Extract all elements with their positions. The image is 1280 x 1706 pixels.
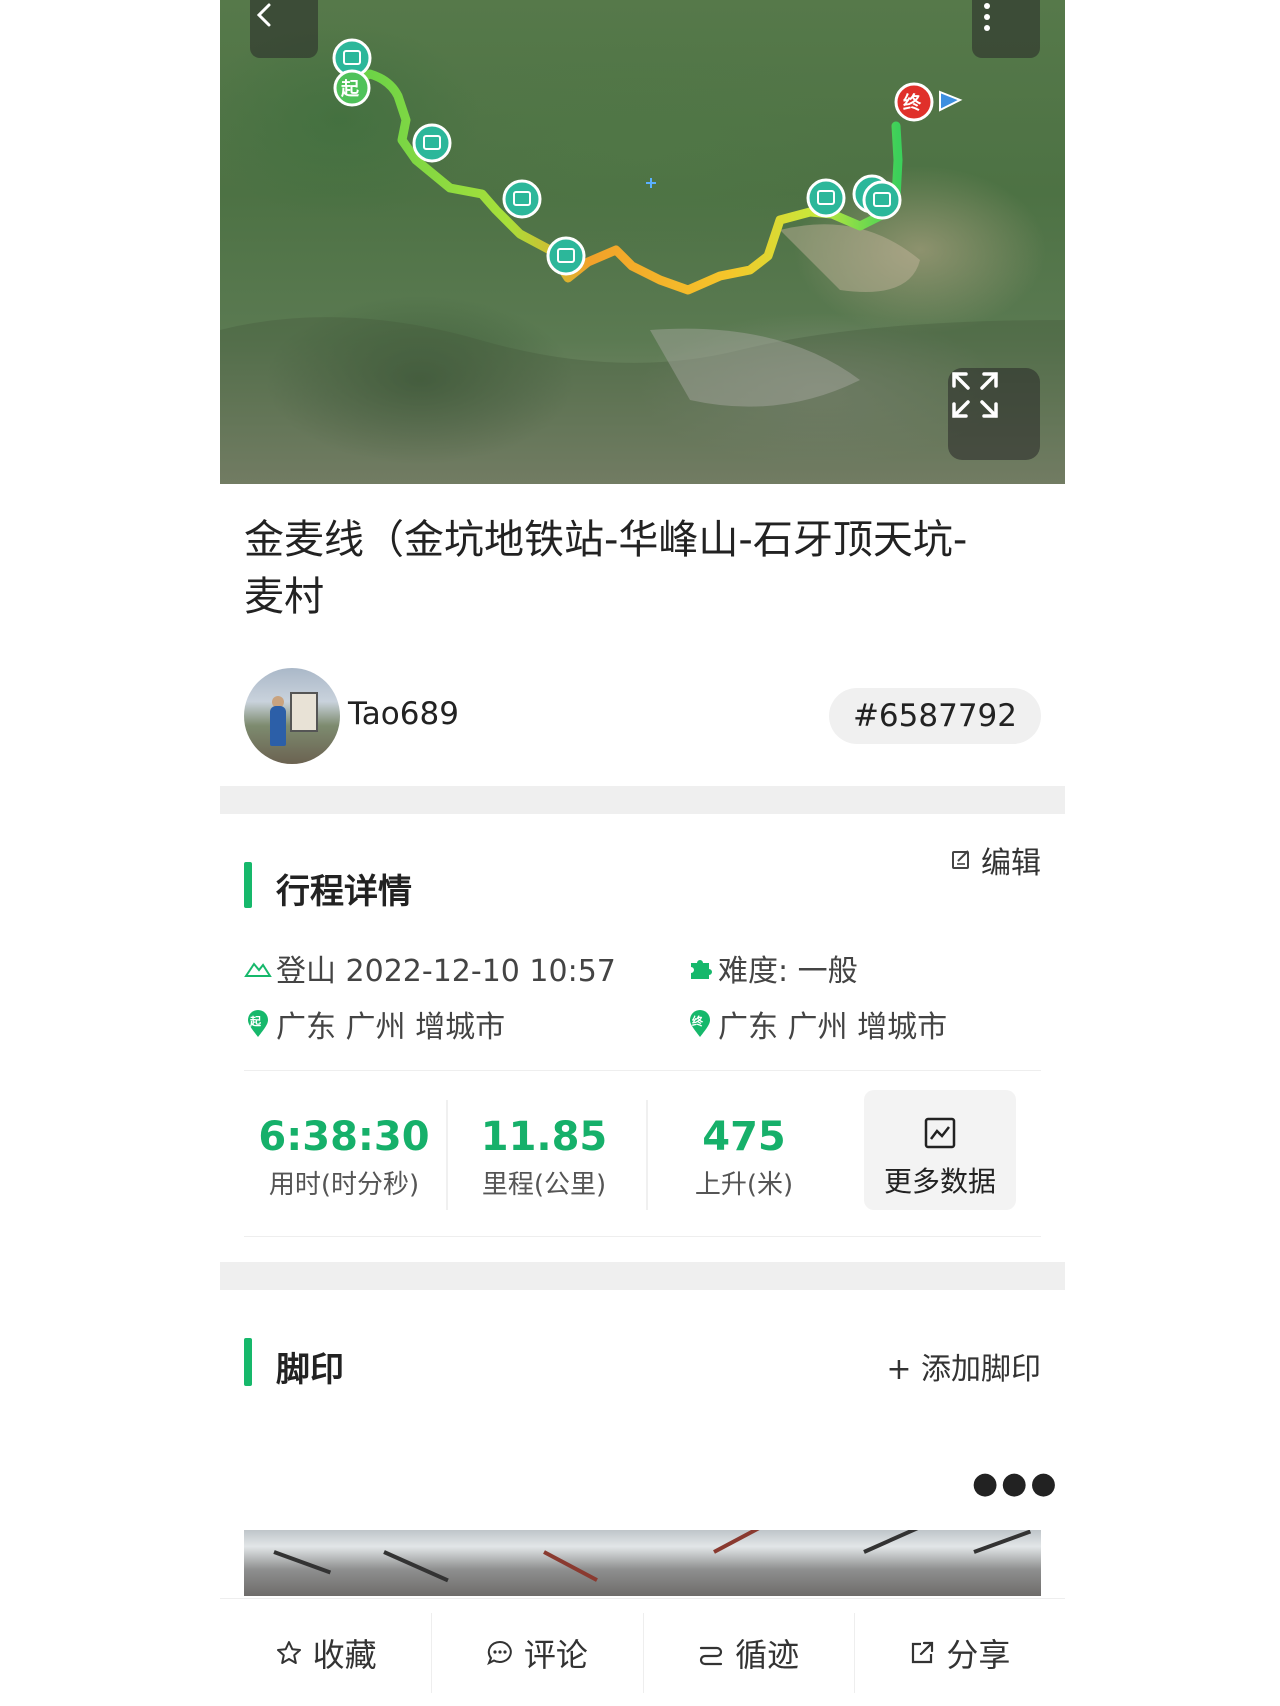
start-location-text: 广东 广州 增城市 [276, 1010, 506, 1045]
end-location-text: 广东 广州 增城市 [718, 1010, 948, 1045]
more-horizontal-icon[interactable]: ●●● [972, 1466, 1060, 1501]
section-divider [220, 1262, 1065, 1290]
favorite-label: 收藏 [312, 1635, 377, 1674]
trip-stats: 6:38:30 用时(时分秒) 11.85 里程(公里) 475 上升(米) 更… [244, 1090, 1041, 1214]
stat-label: 上升(米) [694, 1170, 794, 1200]
stat-value: 11.85 [480, 1114, 608, 1160]
star-icon [276, 1640, 301, 1664]
stat-label: 里程(公里) [481, 1170, 607, 1200]
author-row: Tao689 #6587792 [244, 668, 1041, 764]
favorite-button[interactable]: 收藏 [220, 1599, 431, 1706]
add-footprint-label: + 添加脚印 [886, 1352, 1041, 1387]
edit-button[interactable]: 编辑 [951, 838, 1041, 882]
divider [244, 1070, 1041, 1071]
comment-label: 评论 [523, 1635, 588, 1674]
follow-track-icon [700, 1646, 723, 1665]
route-title: 金麦线（金坑地铁站-华峰山-石牙顶天坑-麦村 [244, 517, 968, 620]
puzzle-icon [686, 954, 714, 982]
follow-track-button[interactable]: 循迹 [642, 1599, 854, 1706]
difficulty-text: 难度: 一般 [718, 954, 858, 989]
end-marker-label: 终 [903, 93, 921, 114]
comment-button[interactable]: 评论 [431, 1599, 642, 1706]
share-button[interactable]: 分享 [853, 1599, 1065, 1706]
fullscreen-button[interactable] [948, 368, 1040, 460]
trip-details-title: 行程详情 [276, 872, 412, 912]
activity-text: 登山 2022-12-10 10:57 [276, 954, 616, 989]
comment-icon [486, 1640, 512, 1665]
more-vertical-icon [984, 3, 990, 31]
section-marker [244, 1338, 252, 1386]
stat-duration: 6:38:30 用时(时分秒) [244, 1090, 444, 1214]
section-divider [220, 786, 1065, 814]
footprint-photo[interactable] [244, 1530, 1041, 1596]
difficulty-info: 难度: 一般 [686, 946, 858, 990]
section-marker [244, 862, 252, 908]
end-pin-icon: 终 [686, 1010, 714, 1038]
back-button[interactable] [250, 0, 318, 58]
start-pin-icon: 起 [244, 1010, 272, 1038]
track-map[interactable]: 起 终 [220, 0, 1065, 484]
share-label: 分享 [946, 1635, 1011, 1674]
stat-value: 6:38:30 [258, 1114, 430, 1160]
more-data-button[interactable]: 更多数据 [864, 1090, 1016, 1210]
track-id-badge: #6587792 [828, 688, 1041, 744]
stat-label: 用时(时分秒) [268, 1170, 420, 1200]
edit-icon [952, 850, 969, 869]
more-data-label: 更多数据 [883, 1165, 996, 1198]
app-screen: 起 终 金麦线（金坑地铁站-华峰山-石牙顶天坑-麦村 Tao689 #65877… [220, 0, 1065, 1706]
mountain-icon [244, 954, 272, 982]
expand-icon [952, 372, 998, 418]
footprint-title: 脚印 [276, 1350, 344, 1390]
divider [244, 1236, 1041, 1237]
avatar[interactable] [244, 668, 340, 764]
start-marker-label: 起 [341, 79, 359, 100]
bottom-action-bar: 收藏 评论 循迹 分享 [220, 1598, 1065, 1706]
add-footprint-button[interactable]: + 添加脚印 [886, 1344, 1041, 1388]
stat-value: 475 [702, 1114, 786, 1160]
stat-ascent: 475 上升(米) [644, 1090, 844, 1214]
chart-icon [924, 1117, 956, 1149]
more-options-button[interactable] [972, 0, 1040, 58]
end-location-info: 终 广东 广州 增城市 [686, 1002, 947, 1046]
share-icon [912, 1641, 934, 1663]
track-overlay [220, 38, 1065, 484]
start-location-info: 起 广东 广州 增城市 [244, 1002, 505, 1046]
chevron-left-icon [256, 3, 271, 27]
stat-distance: 11.85 里程(公里) [444, 1090, 644, 1214]
follow-track-label: 循迹 [735, 1635, 800, 1674]
edit-label: 编辑 [981, 846, 1041, 881]
activity-info: 登山 2022-12-10 10:57 [244, 946, 616, 990]
author-name[interactable]: Tao689 [348, 696, 459, 732]
